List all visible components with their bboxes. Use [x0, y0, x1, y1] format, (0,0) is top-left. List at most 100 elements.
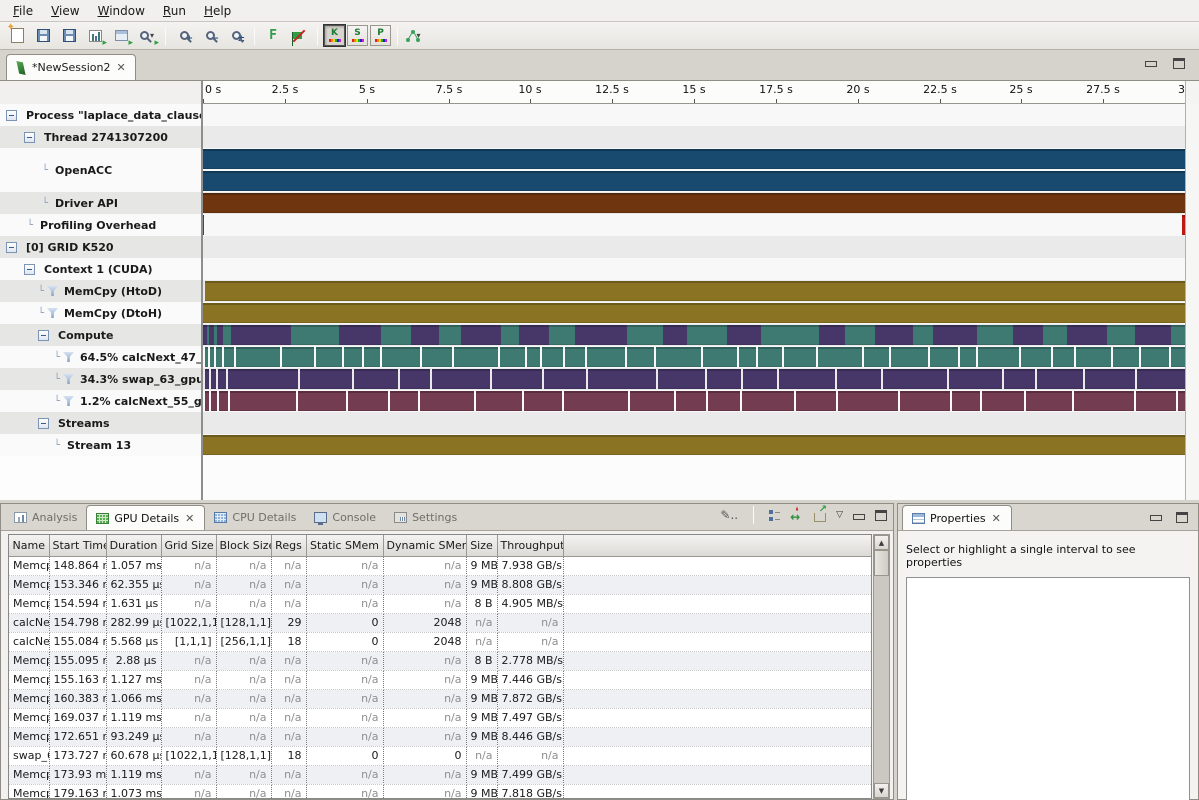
interval-bar[interactable] [344, 347, 362, 367]
interval-bar[interactable] [542, 347, 563, 367]
interval-bar[interactable] [203, 303, 1185, 323]
interval-bar[interactable] [218, 369, 226, 389]
interval-bar[interactable] [1043, 325, 1067, 345]
interval-bar[interactable] [223, 325, 231, 345]
timeline-track-streams[interactable] [203, 412, 1185, 434]
interval-bar[interactable] [298, 391, 346, 411]
interval-bar[interactable] [1074, 391, 1134, 411]
interval-bar[interactable] [420, 391, 474, 411]
zoom-out-button[interactable]: − [197, 24, 223, 48]
interval-bar[interactable] [933, 325, 977, 345]
tab-properties[interactable]: Properties ✕ [902, 505, 1012, 530]
interval-bar[interactable] [1067, 325, 1107, 345]
interval-bar[interactable] [348, 391, 388, 411]
interval-bar[interactable] [205, 281, 1185, 301]
session-tab[interactable]: *NewSession2 ✕ [6, 54, 136, 80]
group-layout-icon[interactable] [769, 510, 780, 521]
session-tab-close-icon[interactable]: ✕ [115, 61, 126, 74]
interval-bar[interactable] [205, 347, 208, 367]
gpu-table-row[interactable]: Memcpy172.651 ms93.249 µsn/an/an/an/an/a… [9, 727, 872, 746]
interval-bar[interactable] [656, 347, 701, 367]
column-header-dynamic-smem[interactable]: Dynamic SMem [383, 535, 466, 556]
timeline-track-openacc[interactable] [203, 148, 1185, 192]
interval-bar[interactable] [390, 391, 418, 411]
interval-bar[interactable] [519, 325, 549, 345]
stream-colors-toggle[interactable]: S [347, 25, 368, 46]
maximize-icon[interactable] [1173, 58, 1185, 69]
interval-bar[interactable] [703, 347, 737, 367]
interval-bar[interactable] [439, 325, 461, 345]
kernel-colors-toggle[interactable]: K [324, 25, 345, 46]
call-tree-button[interactable]: ▾ [403, 24, 429, 48]
edit-filter-icon[interactable]: ✎.. [720, 508, 738, 522]
tab-gpu-details[interactable]: GPU Details✕ [86, 505, 205, 530]
interval-bar[interactable] [1085, 369, 1135, 389]
timeline-label-openacc[interactable]: └OpenACC [0, 148, 203, 192]
properties-tab-close-icon[interactable]: ✕ [991, 512, 1002, 525]
interval-bar[interactable] [952, 391, 980, 411]
interval-bar[interactable] [1136, 391, 1176, 411]
interval-bar[interactable] [949, 369, 1002, 389]
timeline-track-stream-13[interactable] [203, 434, 1185, 456]
timeline-track-thread[interactable] [203, 126, 1185, 148]
timeline-label-memcpy-htod[interactable]: └MemCpy (HtoD) [0, 280, 203, 302]
column-header-block-size[interactable]: Block Size [216, 535, 271, 556]
clear-marks-button[interactable] [286, 24, 312, 48]
compare-arrows-icon[interactable] [790, 509, 804, 521]
interval-bar[interactable] [864, 347, 889, 367]
timeline-label-profiling-overhead[interactable]: └Profiling Overhead [0, 214, 203, 236]
timeline-track-profiling-overhead[interactable] [203, 214, 1185, 236]
interval-bar[interactable] [1076, 347, 1111, 367]
column-header-duration[interactable]: Duration [106, 535, 161, 556]
gpu-table-row[interactable]: Memcpy169.037 ms1.119 msn/an/an/an/an/a9… [9, 708, 872, 727]
timeline-label-kernel-swap63[interactable]: └34.3% swap_63_gpu [0, 368, 203, 390]
interval-bar[interactable] [1171, 325, 1185, 345]
timeline-label-streams[interactable]: Streams [0, 412, 203, 434]
interval-bar[interactable] [236, 347, 280, 367]
interval-bar[interactable] [203, 215, 204, 235]
interval-bar[interactable] [758, 347, 782, 367]
tab-analysis[interactable]: Analysis [5, 505, 86, 530]
interval-bar[interactable] [1026, 391, 1072, 411]
interval-bar[interactable] [524, 391, 562, 411]
interval-bar[interactable] [339, 325, 381, 345]
interval-bar[interactable] [211, 391, 217, 411]
column-header-grid-size[interactable]: Grid Size [161, 535, 216, 556]
tab-close-icon[interactable]: ✕ [184, 512, 195, 525]
interval-bar[interactable] [382, 347, 420, 367]
interval-bar[interactable] [739, 347, 756, 367]
timeline-track-kernel-swap63[interactable] [203, 368, 1185, 390]
collapse-icon[interactable] [6, 242, 17, 253]
gpu-table-row[interactable]: Memcpy155.095 ms2.88 µsn/an/an/an/an/a8 … [9, 651, 872, 670]
timeline-track-memcpy-htod[interactable] [203, 280, 1185, 302]
interval-bar[interactable] [913, 325, 933, 345]
interval-bar[interactable] [875, 325, 913, 345]
interval-bar[interactable] [228, 369, 298, 389]
interval-bar[interactable] [203, 149, 1185, 169]
gpu-table-row[interactable]: Memcpy148.864 ms1.057 msn/an/an/an/an/a9… [9, 556, 872, 575]
timeline-track-kernel-calcnext47[interactable] [203, 346, 1185, 368]
interval-bar[interactable] [727, 325, 761, 345]
interval-bar[interactable] [282, 347, 314, 367]
timeline-label-process[interactable]: Process "laplace_data_clauses 10... [0, 104, 203, 126]
interval-bar[interactable] [544, 369, 586, 389]
column-header-size[interactable]: Size [466, 535, 497, 556]
interval-bar[interactable] [819, 325, 845, 345]
interval-bar[interactable] [224, 347, 234, 367]
maximize-icon[interactable] [875, 510, 887, 521]
save-button[interactable] [30, 24, 56, 48]
interval-bar[interactable] [411, 325, 439, 345]
gpu-table-row[interactable]: Memcpy154.594 ms1.631 µsn/an/an/an/an/a8… [9, 594, 872, 613]
interval-bar[interactable] [1107, 325, 1135, 345]
tab-settings[interactable]: Settings [385, 505, 466, 530]
tab-cpu-details[interactable]: CPU Details [205, 505, 305, 530]
filter-funnel-icon[interactable] [63, 352, 74, 362]
interval-bar[interactable] [1135, 325, 1171, 345]
interval-bar[interactable] [476, 391, 522, 411]
menu-window[interactable]: Window [89, 1, 154, 21]
scroll-down-icon[interactable]: ▼ [874, 783, 889, 798]
interval-bar[interactable] [211, 369, 216, 389]
timeline-track-driver-api[interactable] [203, 192, 1185, 214]
interval-bar[interactable] [1171, 347, 1185, 367]
collapse-icon[interactable] [38, 418, 49, 429]
